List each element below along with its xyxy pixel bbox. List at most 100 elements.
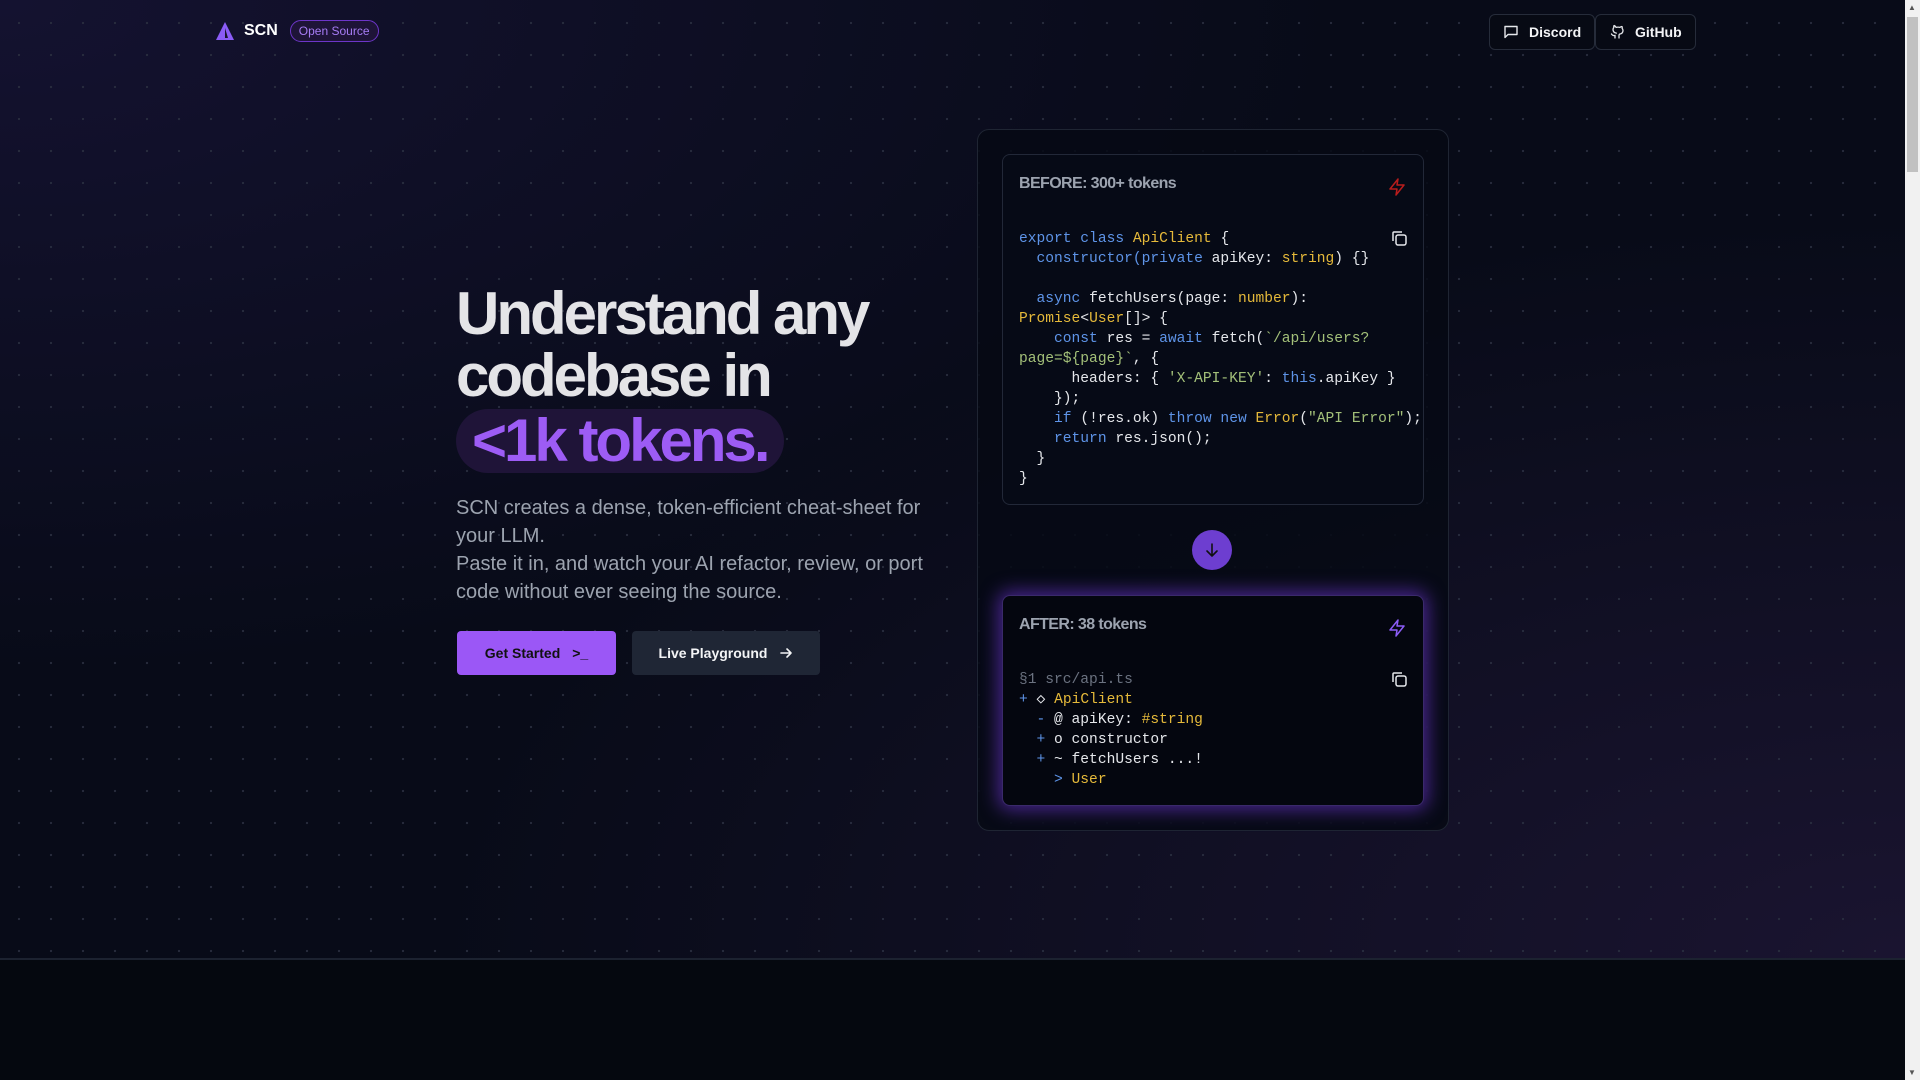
message-icon <box>1504 25 1518 39</box>
discord-button[interactable]: Discord <box>1489 14 1596 50</box>
before-code-block: export class ApiClient { constructor(pri… <box>1019 229 1422 489</box>
code-token: constructor( <box>1019 251 1142 267</box>
code-line: }); <box>1019 389 1422 409</box>
code-line: } <box>1019 449 1422 469</box>
code-token: return <box>1019 431 1116 447</box>
description-line-2: Paste it in, and watch your AI refactor,… <box>456 553 923 603</box>
heading-highlight: <1k tokens. <box>456 409 784 473</box>
code-token: const <box>1019 331 1107 347</box>
code-token: apiKey: <box>1202 251 1282 267</box>
heading-line-2: codebase in <box>456 342 773 409</box>
dot-grid-background <box>0 0 1905 958</box>
code-token: + <box>1019 752 1055 768</box>
scrollbar[interactable]: ▲ ▼ <box>1905 0 1920 1080</box>
brand-name: SCN <box>244 22 278 39</box>
code-token: fetch( <box>1211 331 1265 347</box>
code-token: 'X-API-KEY' <box>1167 371 1265 387</box>
code-token: page=${page}` <box>1019 351 1133 367</box>
code-token: ApiClient <box>1054 692 1133 708</box>
code-token: > <box>1019 772 1072 788</box>
code-token: ( <box>1299 411 1309 427</box>
zap-icon <box>1389 178 1405 196</box>
code-line: return res.json(); <box>1019 429 1422 449</box>
heading-line-1: Understand any <box>456 280 870 347</box>
scrollbar-thumb[interactable] <box>1907 17 1918 172</box>
code-token: #string <box>1141 712 1203 728</box>
code-line: if (!res.ok) throw new Error("API Error"… <box>1019 409 1422 429</box>
next-section <box>0 962 1905 1080</box>
hero-section: SCN Open Source Discord GitHub Understan… <box>0 0 1905 960</box>
code-line: - @ apiKey: #string <box>1019 710 1203 730</box>
code-line: + ◇ ApiClient <box>1019 690 1203 710</box>
zap-icon <box>1389 619 1405 637</box>
code-token: User <box>1089 311 1125 327</box>
code-token: @ apiKey: <box>1054 712 1142 728</box>
code-token: ◇ <box>1036 692 1055 708</box>
code-token: ) {} <box>1334 251 1370 267</box>
code-line: Promise<User[]> { <box>1019 309 1422 329</box>
before-card: BEFORE: 300+ tokens export class ApiClie… <box>1002 154 1424 505</box>
code-token: Error <box>1255 411 1300 427</box>
code-token: User <box>1071 772 1107 788</box>
code-token: string <box>1281 251 1335 267</box>
code-token: if <box>1019 411 1081 427</box>
github-label: GitHub <box>1635 24 1682 40</box>
code-token: + <box>1019 732 1055 748</box>
code-line: } <box>1019 469 1422 489</box>
code-token: (!res.ok) <box>1080 411 1168 427</box>
code-token: Promise <box>1019 311 1081 327</box>
code-line: export class ApiClient { <box>1019 229 1422 249</box>
code-token: []> { <box>1124 311 1168 327</box>
code-line: headers: { 'X-API-KEY': this.apiKey } <box>1019 369 1422 389</box>
live-playground-button[interactable]: Live Playground <box>632 631 820 675</box>
copy-icon[interactable] <box>1390 670 1408 688</box>
code-token: private <box>1141 251 1203 267</box>
code-token: }); <box>1019 391 1081 407</box>
open-source-badge: Open Source <box>289 20 379 42</box>
code-token: fetchUsers(page: <box>1089 291 1238 307</box>
hero-heading: Understand any codebase in <1k tokens. <box>456 280 870 473</box>
code-token: ); <box>1404 411 1422 427</box>
before-title: BEFORE: 300+ tokens <box>1019 175 1177 192</box>
code-token: .apiKey } <box>1316 371 1396 387</box>
get-started-button[interactable]: Get Started >_ <box>457 631 616 675</box>
code-token: number <box>1237 291 1291 307</box>
logo[interactable]: SCN Open Source <box>215 20 379 42</box>
code-line: + o constructor <box>1019 730 1203 750</box>
code-line: §1 src/api.ts <box>1019 670 1203 690</box>
triangle-logo-icon <box>216 22 234 40</box>
terminal-icon: >_ <box>572 645 589 661</box>
code-token: , { <box>1132 351 1160 367</box>
code-token: `/api/users? <box>1264 331 1370 347</box>
code-token: headers: { <box>1019 371 1168 387</box>
after-card: AFTER: 38 tokens §1 src/api.ts + ◇ ApiCli… <box>1002 595 1424 806</box>
code-token: } <box>1019 471 1028 487</box>
after-code-block: §1 src/api.ts + ◇ ApiClient - @ apiKey: #… <box>1019 670 1203 790</box>
code-line: async fetchUsers(page: number): <box>1019 289 1422 309</box>
code-token: throw new <box>1167 411 1256 427</box>
code-token: o constructor <box>1054 732 1168 748</box>
code-line: constructor(private apiKey: string) {} <box>1019 249 1422 269</box>
code-line: page=${page}`, { <box>1019 349 1422 369</box>
github-icon <box>1610 24 1624 39</box>
code-token: { <box>1211 231 1230 247</box>
code-token: < <box>1080 311 1090 327</box>
github-button[interactable]: GitHub <box>1595 14 1696 50</box>
code-token: + <box>1019 692 1037 708</box>
code-token: - <box>1019 712 1055 728</box>
discord-label: Discord <box>1529 24 1582 40</box>
code-token: export class <box>1019 231 1133 247</box>
scroll-up-icon[interactable]: ▲ <box>1908 3 1916 12</box>
scroll-down-icon[interactable]: ▼ <box>1908 1068 1916 1077</box>
code-token: ApiClient <box>1132 231 1212 247</box>
code-token: res.json(); <box>1115 431 1212 447</box>
after-title: AFTER: 38 tokens <box>1019 616 1147 633</box>
code-token: : <box>1264 371 1282 387</box>
hero-description: SCN creates a dense, token-efficient che… <box>456 494 936 606</box>
code-token: ): <box>1290 291 1309 307</box>
code-line: + ~ fetchUsers ...! <box>1019 750 1203 770</box>
code-token: §1 src/api.ts <box>1019 672 1133 688</box>
live-playground-label: Live Playground <box>658 645 768 661</box>
code-token: async <box>1019 291 1090 307</box>
